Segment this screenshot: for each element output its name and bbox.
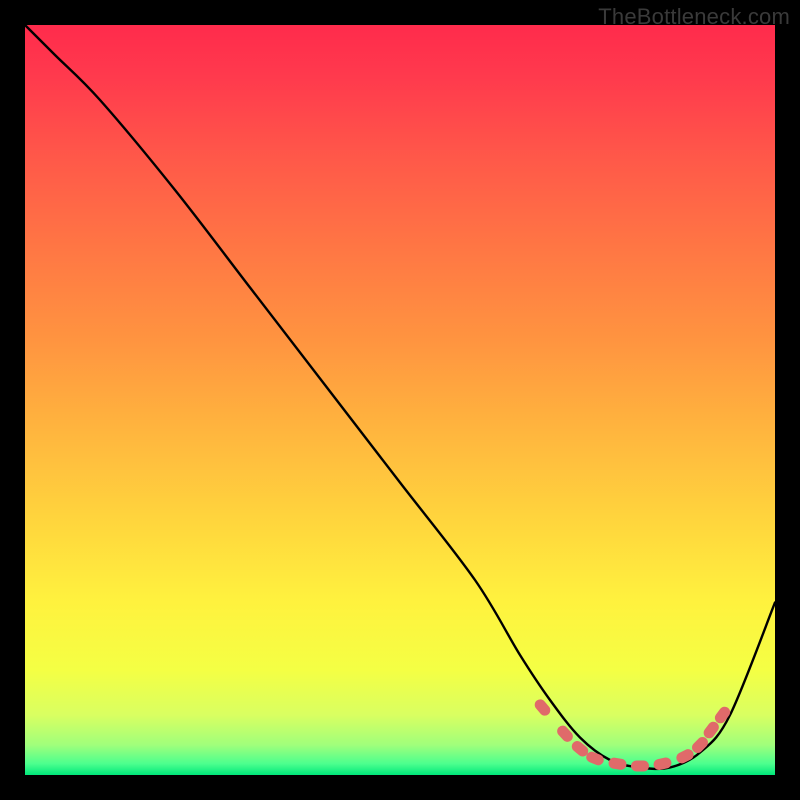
chart-area bbox=[25, 25, 775, 775]
optimal-marker bbox=[631, 761, 649, 772]
attribution-text: TheBottleneck.com bbox=[598, 4, 790, 30]
bottleneck-curve bbox=[25, 25, 775, 769]
optimal-marker bbox=[608, 757, 628, 771]
chart-svg bbox=[25, 25, 775, 775]
optimal-marker bbox=[555, 723, 575, 744]
optimal-zone-markers bbox=[532, 697, 732, 771]
